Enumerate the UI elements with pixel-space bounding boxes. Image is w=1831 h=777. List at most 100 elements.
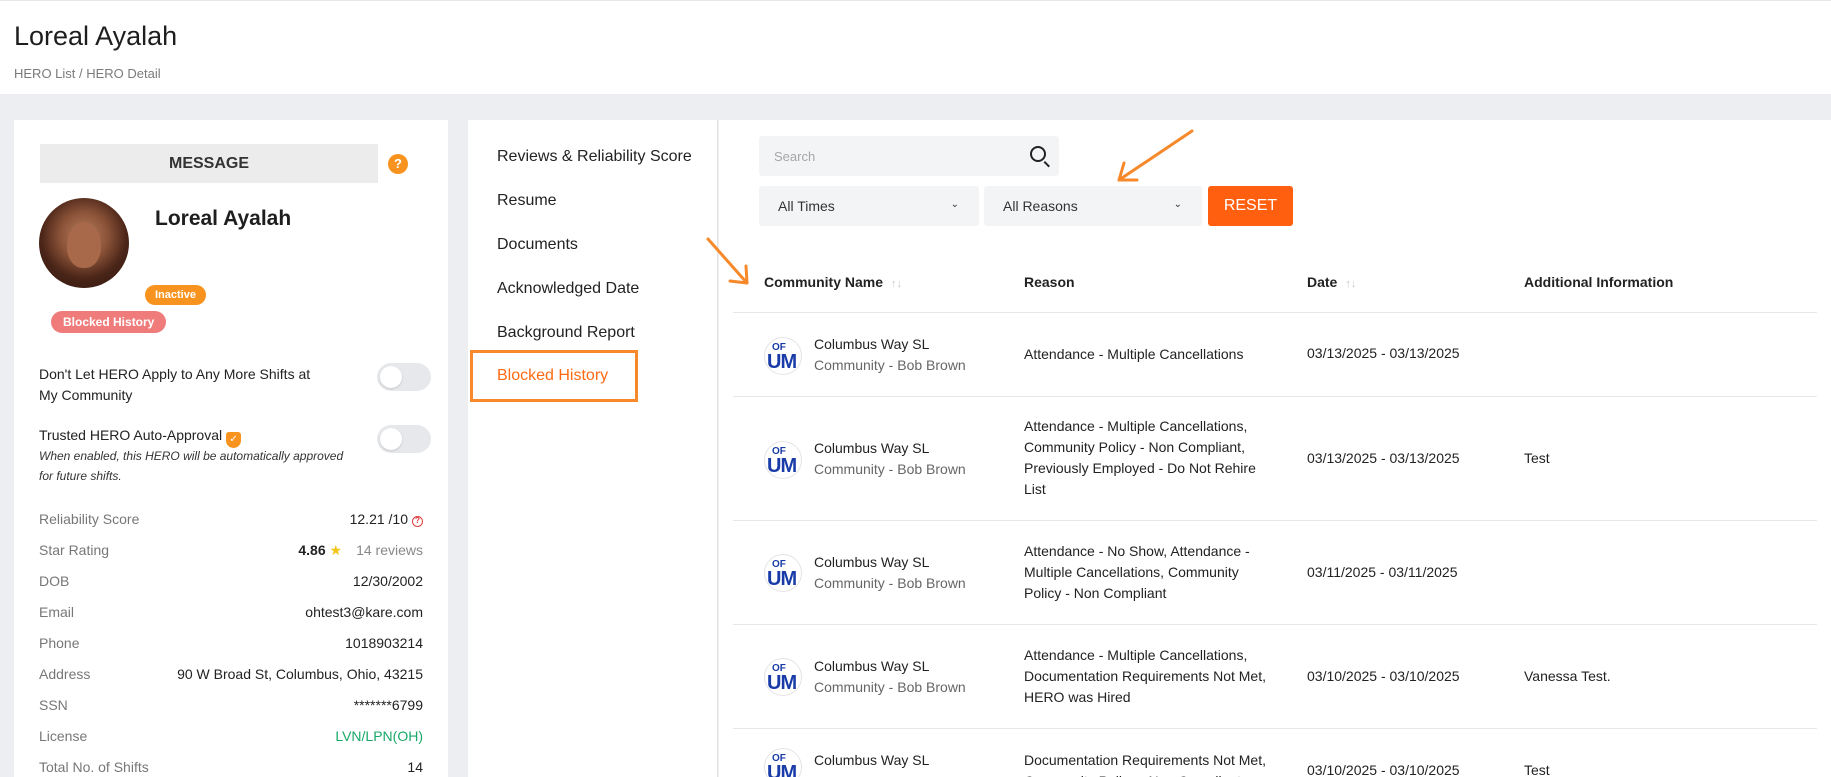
nav-acknowledged-date[interactable]: Acknowledged Date xyxy=(497,280,639,298)
auto-approval-label: Trusted HERO Auto-Approval ✓ xyxy=(39,425,242,448)
auto-approval-note: When enabled, this HERO will be automati… xyxy=(39,449,344,483)
times-dropdown[interactable]: All Times ⌄ xyxy=(759,186,979,226)
info-value: 14 xyxy=(407,759,423,775)
info-label: Phone xyxy=(39,635,80,651)
community-name[interactable]: Columbus Way SL xyxy=(814,440,929,456)
help-icon[interactable]: ? xyxy=(388,154,408,174)
logo-text: UM xyxy=(767,762,797,777)
community-sub: Community - Bob Brown xyxy=(814,357,966,373)
search-input[interactable] xyxy=(774,147,1014,165)
community-sub: Community - Bob Brown xyxy=(814,575,966,591)
info-label: Star Rating xyxy=(39,542,110,558)
annotation-arrow-icon xyxy=(706,237,749,285)
logo-text: UM xyxy=(767,351,797,373)
col-community-name[interactable]: Community Name ↑↓ xyxy=(764,274,902,290)
nav-background-report[interactable]: Background Report xyxy=(497,324,635,342)
message-button[interactable]: MESSAGE xyxy=(40,144,378,183)
chevron-down-icon: ⌄ xyxy=(1173,199,1182,210)
profile-panel: MESSAGE ? Loreal Ayalah Inactive Blocked… xyxy=(14,120,448,777)
reason-cell: Attendance - Multiple Cancellations xyxy=(1024,346,1244,362)
nav-blocked-history[interactable]: Blocked History xyxy=(470,350,638,402)
nav-reviews[interactable]: Reviews & Reliability Score xyxy=(497,148,692,166)
status-badge: Inactive xyxy=(145,285,206,305)
col-reason: Reason xyxy=(1024,274,1075,290)
auto-approval-text: Trusted HERO Auto-Approval xyxy=(39,427,223,443)
col-additional-info: Additional Information xyxy=(1524,274,1674,290)
info-value: ohtest3@kare.com xyxy=(305,604,423,620)
detail-nav: Reviews & Reliability Score Resume Docum… xyxy=(468,120,718,777)
search-icon[interactable] xyxy=(1030,146,1046,162)
community-sub: Community - Bob Brown xyxy=(814,461,966,477)
additional-info-cell: Test xyxy=(1524,450,1550,466)
divider xyxy=(733,728,1817,729)
info-value: 12.21 /10? xyxy=(350,511,423,527)
nav-documents[interactable]: Documents xyxy=(497,236,578,254)
info-address: Address 90 W Broad St, Columbus, Ohio, 4… xyxy=(39,666,423,690)
page-header: Loreal Ayalah HERO List / HERO Detail xyxy=(0,0,1831,94)
page-title: Loreal Ayalah xyxy=(14,21,178,51)
community-name[interactable]: Columbus Way SL xyxy=(814,752,929,768)
reasons-dropdown-value: All Reasons xyxy=(1003,198,1078,214)
logo-text: UM xyxy=(767,455,797,477)
info-label: Reliability Score xyxy=(39,511,140,527)
search-box xyxy=(759,136,1059,176)
profile-name: Loreal Ayalah xyxy=(155,207,292,230)
community-logo: OF UM xyxy=(764,658,802,696)
logo-text: UM xyxy=(767,568,797,590)
date-cell: 03/11/2025 - 03/11/2025 xyxy=(1307,564,1458,580)
sort-icon[interactable]: ↑↓ xyxy=(891,278,902,290)
reliability-value: 12.21 /10 xyxy=(349,511,408,527)
avatar xyxy=(39,198,129,288)
community-name[interactable]: Columbus Way SL xyxy=(814,554,929,570)
star-value: 4.86 xyxy=(298,542,326,558)
reason-cell: Attendance - No Show, Attendance - Multi… xyxy=(1024,543,1250,601)
reasons-dropdown[interactable]: All Reasons ⌄ xyxy=(984,186,1202,226)
info-phone: Phone 1018903214 xyxy=(39,635,423,659)
community-name[interactable]: Columbus Way SL xyxy=(814,658,929,674)
sort-icon[interactable]: ↑↓ xyxy=(1345,278,1356,290)
annotation-arrow-icon xyxy=(1117,129,1194,182)
auto-approval-toggle[interactable] xyxy=(377,425,431,453)
divider xyxy=(733,312,1817,313)
date-cell: 03/10/2025 - 03/10/2025 xyxy=(1307,762,1460,777)
divider xyxy=(733,396,1817,397)
logo-text: UM xyxy=(767,672,797,694)
reset-button[interactable]: RESET xyxy=(1208,186,1293,226)
community-logo: OF UM xyxy=(764,554,802,592)
info-value: 12/30/2002 xyxy=(352,573,423,589)
community-sub: Community - Bob Brown xyxy=(814,679,966,695)
info-license: License LVN/LPN(OH) xyxy=(39,728,423,752)
block-apply-label: Don't Let HERO Apply to Any More Shifts … xyxy=(39,366,311,403)
col-date[interactable]: Date ↑↓ xyxy=(1307,274,1356,290)
info-value: 4.86 ★ 14 reviews xyxy=(298,542,423,559)
info-dob: DOB 12/30/2002 xyxy=(39,573,423,597)
info-star-rating: Star Rating 4.86 ★ 14 reviews xyxy=(39,542,423,566)
info-label: Address xyxy=(39,666,91,682)
info-email: Email ohtest3@kare.com xyxy=(39,604,423,628)
blocked-history-panel: All Times ⌄ All Reasons ⌄ RESET Communit… xyxy=(719,120,1831,777)
date-cell: 03/13/2025 - 03/13/2025 xyxy=(1307,345,1460,361)
question-icon[interactable]: ? xyxy=(412,516,423,527)
community-logo: OF UM xyxy=(764,337,802,375)
reason-cell: Documentation Requirements Not Met, Comm… xyxy=(1024,752,1266,777)
additional-info-cell: Vanessa Test. xyxy=(1524,668,1611,684)
info-label: Total No. of Shifts xyxy=(39,759,149,775)
info-value: *******6799 xyxy=(353,697,423,713)
block-apply-toggle[interactable] xyxy=(377,363,431,391)
community-logo: OF UM xyxy=(764,441,802,479)
reason-cell: Attendance - Multiple Cancellations, Com… xyxy=(1024,418,1256,497)
info-value: 90 W Broad St, Columbus, Ohio, 43215 xyxy=(177,666,423,682)
chevron-down-icon: ⌄ xyxy=(950,199,959,210)
info-total-shifts: Total No. of Shifts 14 xyxy=(39,759,423,777)
times-dropdown-value: All Times xyxy=(778,198,835,214)
col-date-label: Date xyxy=(1307,274,1338,290)
divider xyxy=(733,520,1817,521)
info-label: DOB xyxy=(39,573,70,589)
breadcrumb[interactable]: HERO List / HERO Detail xyxy=(14,66,161,81)
community-name[interactable]: Columbus Way SL xyxy=(814,336,929,352)
additional-info-cell: Test xyxy=(1524,762,1550,777)
info-value: LVN/LPN(OH) xyxy=(335,728,423,744)
date-cell: 03/13/2025 - 03/13/2025 xyxy=(1307,450,1460,466)
info-label: SSN xyxy=(39,697,68,713)
nav-resume[interactable]: Resume xyxy=(497,192,557,210)
